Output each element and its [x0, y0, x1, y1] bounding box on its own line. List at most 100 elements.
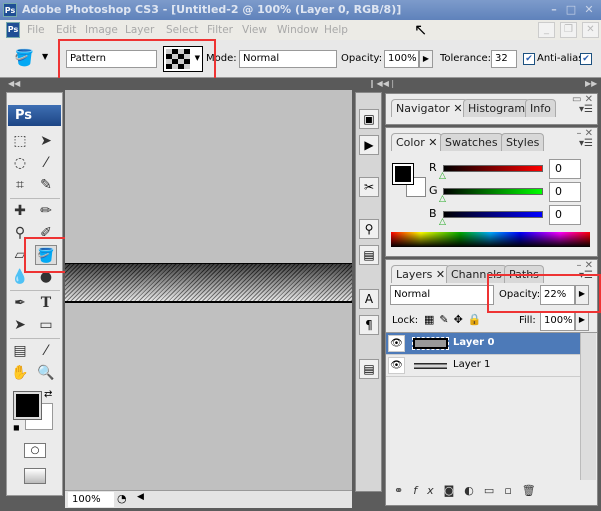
layer-row-layer-0[interactable]: 👁 Layer 0: [386, 333, 580, 355]
blue-slider[interactable]: [443, 211, 543, 218]
color-ramp[interactable]: [391, 232, 590, 247]
rectangle-tool-icon[interactable]: ▭: [35, 315, 57, 335]
tab-swatches[interactable]: Swatches: [440, 133, 503, 151]
menu-filter[interactable]: Filter: [207, 20, 233, 40]
tab-info[interactable]: Info: [525, 99, 556, 117]
adjustment-layer-icon[interactable]: ◐: [464, 484, 484, 497]
layer-name[interactable]: Layer 0: [453, 337, 494, 348]
menu-layer[interactable]: Layer: [125, 20, 154, 40]
tab-navigator[interactable]: Navigator ✕: [391, 99, 468, 117]
minimize-button[interactable]: –: [547, 3, 561, 17]
paragraph-panel-icon[interactable]: ¶: [359, 315, 379, 335]
panel-menu-icon[interactable]: ▾☰: [579, 104, 593, 115]
swap-colors-icon[interactable]: ⇄: [44, 389, 52, 400]
maximize-button[interactable]: □: [564, 3, 578, 17]
healing-brush-tool-icon[interactable]: ✚: [9, 201, 31, 221]
menu-image[interactable]: Image: [85, 20, 118, 40]
menu-view[interactable]: View: [242, 20, 267, 40]
tab-styles[interactable]: Styles: [501, 133, 545, 151]
doc-close-button[interactable]: ✕: [582, 22, 599, 38]
actions-panel-icon[interactable]: ▶: [359, 135, 379, 155]
marquee-tool-icon[interactable]: ⬚: [9, 131, 31, 151]
visibility-eye-icon[interactable]: 👁: [388, 335, 405, 352]
path-selection-tool-icon[interactable]: ➤: [9, 315, 31, 335]
mode-select[interactable]: Normal: [239, 50, 337, 68]
collapse-icons-icon[interactable]: ‖ ◀◀ |: [370, 78, 394, 90]
eyedropper-tool-icon[interactable]: ⁄: [35, 341, 57, 361]
doc-restore-button[interactable]: ❐: [560, 22, 577, 38]
brush-tool-icon[interactable]: ✏: [35, 201, 57, 221]
foreground-color-swatch[interactable]: [13, 391, 42, 420]
layer-mask-icon[interactable]: ◙: [444, 484, 465, 497]
layers-scrollbar[interactable]: [580, 333, 596, 480]
fill-slider-button[interactable]: ▶: [575, 311, 589, 331]
magic-wand-tool-icon[interactable]: ⁄: [35, 153, 57, 173]
notes-tool-icon[interactable]: ▤: [9, 341, 31, 361]
default-colors-icon[interactable]: ◼: [13, 423, 20, 432]
brushes-panel-icon[interactable]: ⚲: [359, 219, 379, 239]
zoom-tool-icon[interactable]: 🔍: [35, 363, 57, 383]
tab-color[interactable]: Color ✕: [391, 133, 443, 151]
type-tool-icon[interactable]: T: [35, 293, 57, 313]
clone-source-icon[interactable]: ▤: [359, 245, 379, 265]
link-layers-icon[interactable]: ⚭: [394, 484, 413, 497]
layer-name[interactable]: Layer 1: [453, 359, 490, 370]
menu-select[interactable]: Select: [166, 20, 198, 40]
pen-tool-icon[interactable]: ✒: [9, 293, 31, 313]
blue-slider-thumb[interactable]: △: [439, 217, 446, 227]
contiguous-checkbox[interactable]: ✔: [580, 53, 592, 65]
character-panel-icon[interactable]: A: [359, 289, 379, 309]
toolbox: Ps ⬚ ➤ ◌ ⁄ ⌗ ✎ ✚ ✏ ⚲ ✐ ▱ 🪣 💧 ● ✒ T ➤ ▭ ▤…: [6, 92, 67, 496]
green-slider-thumb[interactable]: △: [439, 194, 446, 204]
lasso-tool-icon[interactable]: ◌: [9, 153, 31, 173]
layer-row-layer-1[interactable]: 👁 Layer 1: [386, 355, 580, 377]
tab-layers[interactable]: Layers ✕: [391, 265, 451, 283]
fx-icon[interactable]: fx: [413, 484, 443, 497]
tool-preset-dropdown-icon[interactable]: ▼: [42, 52, 48, 61]
new-group-icon[interactable]: ▭: [484, 484, 504, 497]
canvas-image[interactable]: [65, 263, 352, 303]
expand-panels-icon[interactable]: ▶▶: [585, 78, 597, 90]
antialias-label: Anti-alias: [537, 53, 584, 64]
status-menu-icon[interactable]: ◔: [117, 492, 127, 505]
paint-bucket-icon[interactable]: 🪣: [14, 48, 34, 67]
red-slider[interactable]: [443, 165, 543, 172]
tolerance-input[interactable]: 32: [491, 50, 517, 68]
menu-file[interactable]: File: [27, 20, 45, 40]
screen-mode-icon[interactable]: [24, 468, 46, 484]
layer-thumbnail: [412, 337, 449, 350]
delete-layer-icon[interactable]: 🗑: [522, 484, 546, 497]
visibility-eye-icon[interactable]: 👁: [388, 357, 405, 374]
menu-edit[interactable]: Edit: [56, 20, 76, 40]
zoom-level-input[interactable]: 100%: [68, 492, 114, 507]
opacity-input[interactable]: 100%: [384, 50, 419, 68]
red-slider-thumb[interactable]: △: [439, 171, 446, 181]
antialias-checkbox[interactable]: ✔: [523, 53, 535, 65]
fill-input[interactable]: 100%: [540, 311, 575, 331]
blend-mode-select[interactable]: Normal: [390, 285, 494, 305]
move-tool-icon[interactable]: ➤: [35, 131, 57, 151]
menu-window[interactable]: Window: [277, 20, 318, 40]
scroll-left-icon[interactable]: ◀: [137, 492, 144, 502]
blue-value-input[interactable]: 0: [549, 205, 581, 225]
opacity-slider-button[interactable]: ▶: [419, 50, 433, 68]
green-value-input[interactable]: 0: [549, 182, 581, 202]
layer-comps-icon[interactable]: ▤: [359, 359, 379, 379]
new-layer-icon[interactable]: ▫: [504, 484, 521, 497]
navigator-panel-icon[interactable]: ▣: [359, 109, 379, 129]
doc-minimize-button[interactable]: _: [538, 22, 555, 38]
slice-tool-icon[interactable]: ✎: [35, 175, 57, 195]
hand-tool-icon[interactable]: ✋: [9, 363, 31, 383]
foreground-color-swatch[interactable]: [392, 163, 414, 185]
panel-menu-icon[interactable]: ▾☰: [579, 138, 593, 149]
close-button[interactable]: ✕: [582, 3, 596, 17]
tab-histogram[interactable]: Histogram: [463, 99, 531, 117]
lock-icons[interactable]: ▦✎✥🔒: [424, 313, 487, 326]
crop-tool-icon[interactable]: ⌗: [9, 175, 31, 195]
green-slider[interactable]: [443, 188, 543, 195]
collapse-toolbox-icon[interactable]: ◀◀: [8, 78, 20, 90]
red-value-input[interactable]: 0: [549, 159, 581, 179]
tool-presets-icon[interactable]: ✂: [359, 177, 379, 197]
quick-mask-icon[interactable]: ○: [24, 443, 46, 458]
menu-help[interactable]: Help: [324, 20, 348, 40]
